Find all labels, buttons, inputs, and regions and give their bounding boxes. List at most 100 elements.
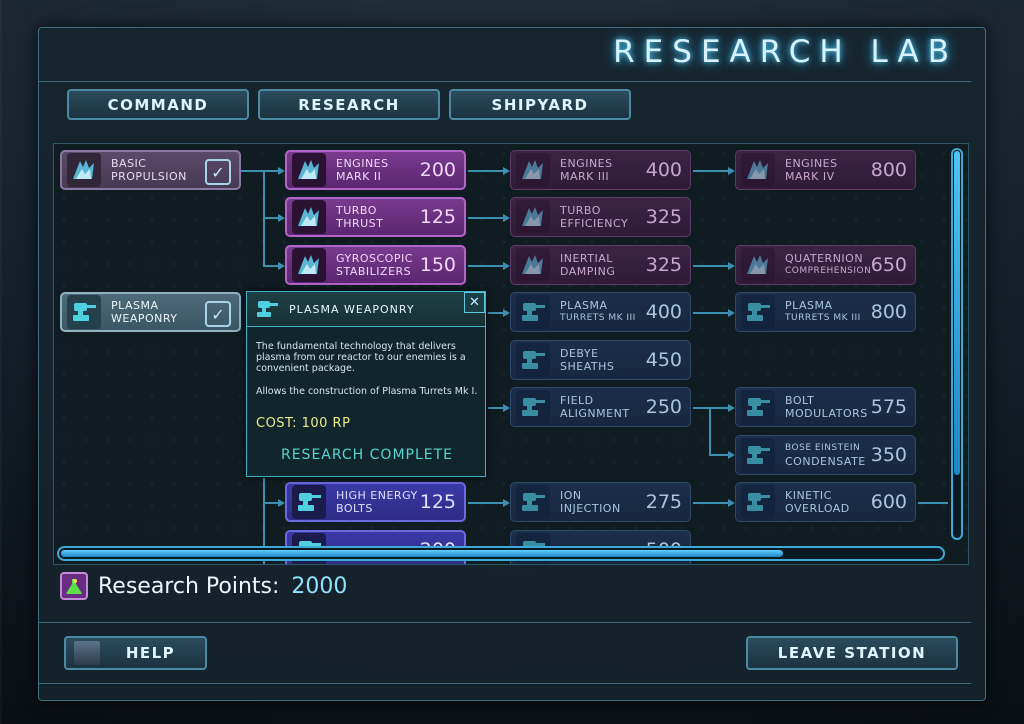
tech-node-name-line: TURBO [336,204,377,217]
propulsion-icon [741,248,775,282]
tech-node-cost: 250 [645,396,682,418]
horizontal-scroll-thumb[interactable] [61,550,783,557]
propulsion-icon [292,153,326,187]
propulsion-icon [516,248,550,282]
tech-node-name-line: OVERLOAD [785,502,850,515]
tech-node-ion[interactable]: ION INJECTION 275 [510,482,691,522]
tech-node-gyro[interactable]: GYROSCOPIC STABILIZERS 150 [285,245,466,285]
tech-node-turbo[interactable]: TURBO THRUST 125 [285,197,466,237]
tech-node-debye[interactable]: DEBYE SHEATHS 450 [510,340,691,380]
tech-node-name-line: QUATERNION [785,252,864,265]
tech-node-name-line: EFFICIENCY [560,217,629,230]
close-button[interactable]: ✕ [464,292,485,313]
tech-node-inertial[interactable]: INERTIAL DAMPING 325 [510,245,691,285]
tech-node-bose[interactable]: BOSE EINSTEIN CONDENSATE 350 [735,435,916,475]
tech-node-bolt[interactable]: BOLT MODULATORS 575 [735,387,916,427]
vertical-scroll-thumb[interactable] [954,151,960,475]
tech-node-name-line: ENGINES [560,157,613,170]
tech-node-name-line: DEBYE [560,347,599,360]
tech-node-name-line: MODULATORS [785,407,868,420]
tech-node-name: ION INJECTION [560,489,642,515]
turret-icon [257,301,278,317]
avatar [74,641,100,665]
tech-node-heb[interactable]: HIGH ENERGY BOLTS 125 [285,482,466,522]
tab-research[interactable]: RESEARCH [258,89,440,120]
tech-node-basic[interactable]: BASIC PROPULSION ✓ [60,150,241,190]
leave-station-button[interactable]: LEAVE STATION [746,636,958,670]
tech-node-eng4[interactable]: ENGINES MARK IV 800 [735,150,916,190]
tech-node-name-line: ENGINES [336,157,389,170]
tech-node-name-line: ENGINES [785,157,838,170]
page-title: RESEARCH LAB [613,34,958,70]
propulsion-icon [292,200,326,234]
title-divider [39,81,971,82]
tech-node-plasma[interactable]: PLASMA WEAPONRY ✓ [60,292,241,332]
connector [241,170,263,172]
help-button[interactable]: HELP [64,636,207,670]
tech-node-name-line: GYROSCOPIC [336,252,413,265]
tech-node-name: GYROSCOPIC STABILIZERS [336,252,418,278]
arrow [728,404,735,412]
tooltip-cost: COST: 100 RP [256,416,351,431]
tech-node-name-line: TURRETS MK III [785,313,861,323]
arrow [503,262,510,270]
tech-node-cost: 325 [645,206,682,228]
arrow [728,167,735,175]
tech-node-name: PLASMA TURRETS MK III [785,299,867,325]
propulsion-icon [292,248,326,282]
tech-node-cost: 800 [870,159,907,181]
tech-node-cost: 400 [645,301,682,323]
tooltip-unlocks: Allows the construction of Plasma Turret… [256,386,478,397]
tab-command[interactable]: COMMAND [67,89,249,120]
tech-tree-panel[interactable]: BASIC PROPULSION ✓ ENGINES MARK II 200 ENGINES… [53,143,969,565]
vertical-scrollbar[interactable] [951,148,963,540]
tech-node-name-line: KINETIC [785,489,832,502]
connector [468,217,508,219]
turret-icon [67,295,101,329]
tech-node-turboeff[interactable]: TURBO EFFICIENCY 325 [510,197,691,237]
tooltip-description: The fundamental technology that delivers… [256,341,466,374]
tech-node-name: QUATERNION COMPREHENSION [785,252,872,278]
arrow [278,499,285,507]
tech-node-pt3a[interactable]: PLASMA TURRETS MK III 400 [510,292,691,332]
tech-node-pt3b[interactable]: PLASMA TURRETS MK III 800 [735,292,916,332]
tech-node-eng2[interactable]: ENGINES MARK II 200 [285,150,466,190]
tech-node-cost: 350 [870,444,907,466]
tech-node-eng3[interactable]: ENGINES MARK III 400 [510,150,691,190]
tab-shipyard[interactable]: SHIPYARD [449,89,631,120]
checkmark-icon: ✓ [205,301,231,327]
turret-icon [516,343,550,377]
arrow [728,309,735,317]
tech-node-name: ENGINES MARK III [560,157,642,183]
tech-node-name: PLASMA TURRETS MK III [560,299,642,325]
tech-node-field[interactable]: FIELD ALIGNMENT 250 [510,387,691,427]
propulsion-icon [67,153,101,187]
tech-node-name-line: CONDENSATE [785,455,866,468]
tech-node-cost: 575 [870,396,907,418]
tech-node-name-line: COMPREHENSION [785,266,872,276]
arrow [728,262,735,270]
arrow [503,214,510,222]
arrow [278,262,285,270]
tech-node-name: ENGINES MARK IV [785,157,867,183]
arrow [503,167,510,175]
connector [468,265,508,267]
turret-icon [741,485,775,519]
tech-node-kinetic[interactable]: KINETIC OVERLOAD 600 [735,482,916,522]
tech-node-cost: 200 [419,159,456,181]
tech-node-cost: 650 [870,254,907,276]
tech-node-name: BOLT MODULATORS [785,394,867,420]
horizontal-scrollbar[interactable] [57,546,945,561]
arrow [728,499,735,507]
tech-node-name-line: BASIC [111,157,147,170]
tech-node-name-line: TURRETS MK III [560,313,636,323]
tech-node-name: HIGH ENERGY BOLTS [336,489,418,515]
arrow [278,214,285,222]
tech-node-name: TURBO EFFICIENCY [560,204,642,230]
turret-icon [741,295,775,329]
tech-node-quat[interactable]: QUATERNION COMPREHENSION 650 [735,245,916,285]
tech-node-name: INERTIAL DAMPING [560,252,642,278]
tech-node-cost: 325 [645,254,682,276]
propulsion-icon [516,153,550,187]
help-label: HELP [125,644,176,662]
